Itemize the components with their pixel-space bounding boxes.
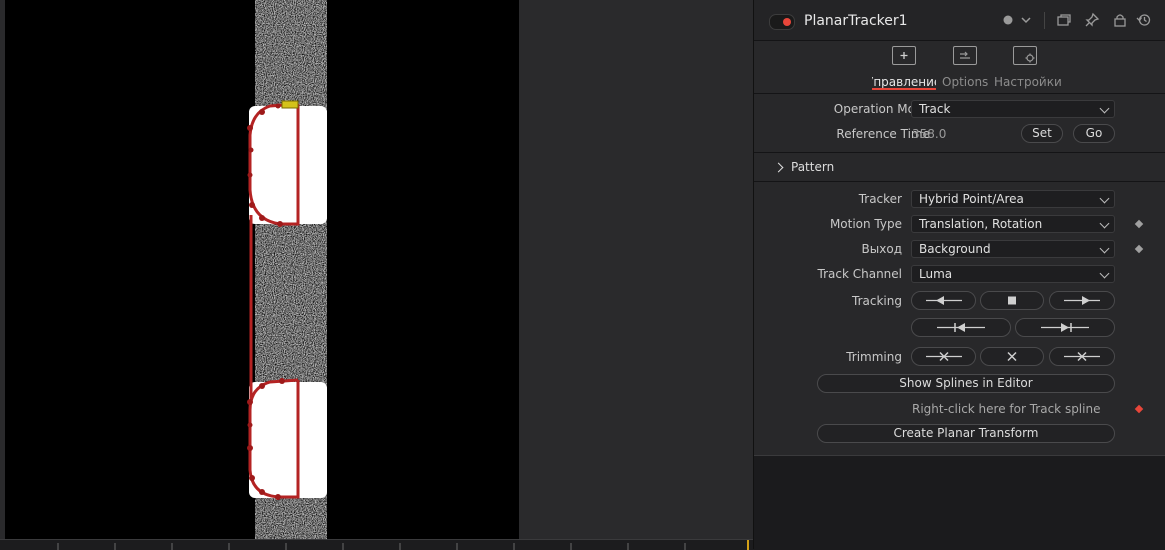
- keyframe-diamond-icon[interactable]: [1134, 244, 1144, 254]
- motion-type-value: Translation, Rotation: [919, 217, 1043, 231]
- output-dropdown[interactable]: Background: [911, 240, 1115, 258]
- chevron-down-icon[interactable]: [1018, 12, 1034, 28]
- track-channel-value: Luma: [919, 267, 953, 281]
- operation-mode-dropdown[interactable]: Track: [911, 100, 1115, 118]
- delete-track-icon: [1007, 351, 1017, 362]
- create-planar-transform-button[interactable]: Create Planar Transform: [817, 424, 1115, 443]
- motion-type-dropdown[interactable]: Translation, Rotation: [911, 215, 1115, 233]
- inspector-tabs: Управление Options Настройки: [754, 41, 1165, 94]
- chevron-down-icon: [1099, 103, 1110, 114]
- chevron-down-icon: [1099, 243, 1110, 254]
- tab-options[interactable]: Options: [942, 46, 988, 90]
- trim-before-button[interactable]: [911, 347, 976, 366]
- trim-after-icon: [1064, 351, 1100, 362]
- operation-mode-value: Track: [919, 102, 951, 116]
- track-forward-icon: [1064, 296, 1100, 305]
- track-spline-note[interactable]: Right-click here for Track spline: [912, 402, 1100, 416]
- pin-icon[interactable]: [1084, 12, 1100, 28]
- pattern-section-header[interactable]: Pattern: [791, 160, 834, 174]
- timeline-ruler[interactable]: [0, 539, 753, 550]
- white-blob-bottom: [249, 382, 327, 498]
- show-splines-button[interactable]: Show Splines in Editor: [817, 374, 1115, 393]
- trim-before-icon: [925, 351, 962, 362]
- versions-icon[interactable]: [1056, 12, 1072, 28]
- white-blob-top: [249, 106, 327, 224]
- keyframe-diamond-icon[interactable]: [1134, 404, 1144, 414]
- viewer-canvas[interactable]: [0, 0, 753, 539]
- tracker-handle[interactable]: [281, 100, 299, 109]
- output-value: Background: [919, 242, 991, 256]
- operation-mode-label: Operation Mode: [833, 102, 930, 116]
- motion-type-label: Motion Type: [829, 217, 902, 231]
- tab-controls[interactable]: Управление: [872, 46, 936, 90]
- chevron-down-icon: [1099, 193, 1110, 204]
- color-dot-icon[interactable]: [1000, 12, 1016, 28]
- inspector-empty-area: [754, 455, 1165, 550]
- stop-icon: [1008, 296, 1016, 305]
- chevron-down-icon: [1099, 268, 1110, 279]
- output-label: Выход: [861, 242, 902, 256]
- controls-tab-icon: [892, 46, 916, 65]
- options-tab-icon: [953, 46, 977, 65]
- track-forward-button[interactable]: [1049, 291, 1115, 310]
- set-reference-button[interactable]: Set: [1021, 124, 1063, 143]
- trim-after-button[interactable]: [1049, 347, 1115, 366]
- track-backward-icon: [925, 296, 962, 305]
- go-reference-button[interactable]: Go: [1073, 124, 1115, 143]
- track-channel-dropdown[interactable]: Luma: [911, 265, 1115, 283]
- node-title: PlanarTracker1: [804, 13, 908, 29]
- tracker-value: Hybrid Point/Area: [919, 192, 1024, 206]
- tracker-label: Tracker: [858, 192, 902, 206]
- track-forward-from-start-button[interactable]: [1015, 318, 1115, 337]
- keyframe-diamond-icon[interactable]: [1134, 219, 1144, 229]
- tab-label: Настройки: [994, 75, 1062, 89]
- chevron-right-icon[interactable]: [773, 162, 784, 173]
- tab-label: Управление: [872, 75, 936, 89]
- delete-track-button[interactable]: [980, 347, 1044, 366]
- viewer[interactable]: [0, 0, 753, 550]
- track-backward-button[interactable]: [911, 291, 976, 310]
- node-enable-toggle[interactable]: [769, 14, 795, 30]
- settings-tab-icon: [1013, 46, 1037, 65]
- reset-icon[interactable]: [1136, 12, 1152, 28]
- tab-settings[interactable]: Настройки: [994, 46, 1062, 90]
- inspector-panel: PlanarTracker1 Управление: [753, 0, 1165, 550]
- chevron-down-icon: [1099, 218, 1110, 229]
- tracking-label: Tracking: [852, 294, 902, 308]
- stop-tracking-button[interactable]: [980, 291, 1044, 310]
- reference-time-value[interactable]: 358.0: [912, 127, 946, 141]
- track-backward-from-end-button[interactable]: [911, 318, 1011, 337]
- trimming-label: Trimming: [846, 350, 902, 364]
- tab-label: Options: [942, 75, 989, 89]
- inspector-header: PlanarTracker1: [754, 0, 1165, 41]
- tracker-dropdown[interactable]: Hybrid Point/Area: [911, 190, 1115, 208]
- track-channel-label: Track Channel: [817, 267, 902, 281]
- track-forward-from-start-icon: [1041, 323, 1089, 332]
- lock-icon[interactable]: [1112, 12, 1128, 28]
- reference-time-label: Reference Time: [836, 127, 930, 141]
- track-backward-from-end-icon: [937, 323, 985, 332]
